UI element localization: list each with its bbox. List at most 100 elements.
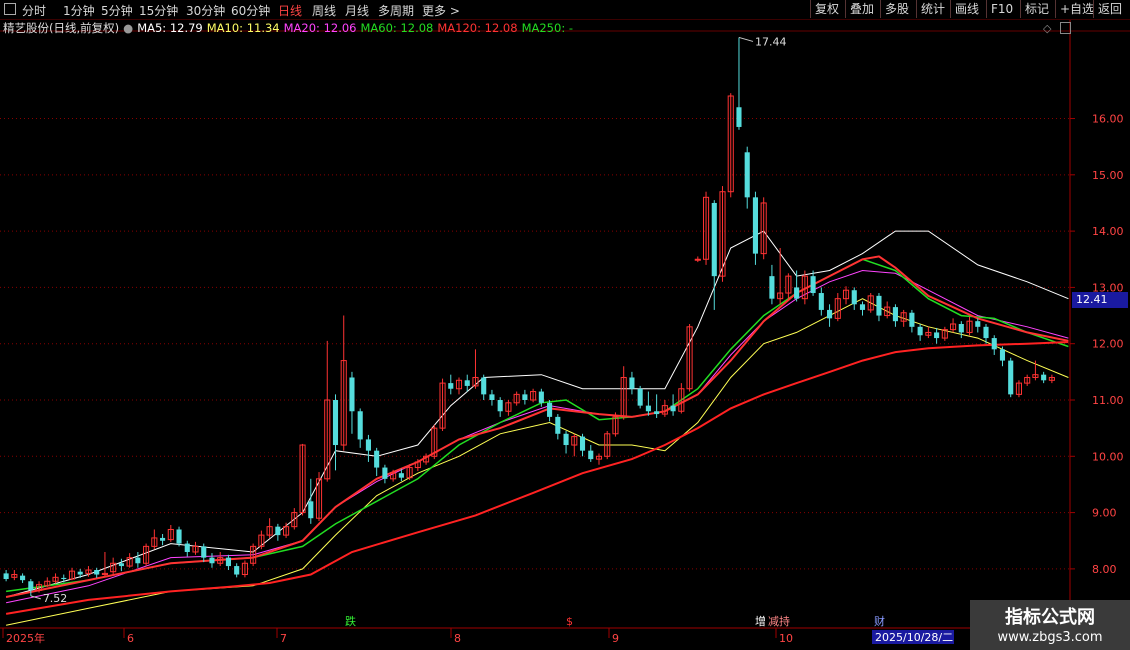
candle-54 xyxy=(448,374,454,395)
period-tab-10[interactable]: 更多 > xyxy=(422,2,460,19)
period-tab-0[interactable]: 分时 xyxy=(22,2,46,19)
candle-108 xyxy=(892,304,898,327)
candle-35 xyxy=(291,508,298,530)
candle-116 xyxy=(958,321,964,339)
candle-6 xyxy=(52,573,59,584)
period-tab-2[interactable]: 5分钟 xyxy=(101,2,133,19)
candle-113 xyxy=(934,327,940,344)
candle-78 xyxy=(645,391,651,416)
legend-ma-2: MA20: 12.06 xyxy=(283,21,357,35)
candle-body-0 xyxy=(3,573,9,580)
diamond-icon[interactable]: ◇ xyxy=(1043,22,1051,35)
period-tab-8[interactable]: 月线 xyxy=(345,2,369,19)
layout-icon[interactable] xyxy=(4,3,16,15)
period-tab-3[interactable]: 15分钟 xyxy=(139,2,178,19)
candle-body-46 xyxy=(382,467,388,479)
candle-99 xyxy=(818,287,824,316)
toolbar-button-5[interactable]: F10 xyxy=(986,0,1017,18)
candle-91 xyxy=(752,191,758,265)
candle-body-86 xyxy=(711,202,717,277)
candle-body-71 xyxy=(588,450,594,460)
event-marker-2: 增 xyxy=(755,614,766,628)
period-tab-5[interactable]: 60分钟 xyxy=(231,2,270,19)
candle-63 xyxy=(522,389,528,405)
period-tab-4[interactable]: 30分钟 xyxy=(186,2,225,19)
toolbar-button-7[interactable]: +自选 xyxy=(1055,0,1098,18)
candle-body-65 xyxy=(538,391,544,403)
candle-body-67 xyxy=(555,416,561,434)
settings-icon[interactable]: ● xyxy=(123,21,133,35)
candle-body-120 xyxy=(991,338,997,350)
watermark-url: www.zbgs3.com xyxy=(997,630,1103,645)
candle-21 xyxy=(176,526,182,547)
candle-43 xyxy=(357,408,363,448)
toolbar-button-4[interactable]: 画线 xyxy=(950,0,983,18)
candle-0 xyxy=(3,570,9,582)
candle-body-103 xyxy=(851,290,857,305)
toolbar-button-3[interactable]: 统计 xyxy=(916,0,949,18)
toolbar-button-6[interactable]: 标记 xyxy=(1020,0,1053,18)
candle-body-90 xyxy=(744,152,750,198)
candle-118 xyxy=(975,318,981,333)
candle-101 xyxy=(834,293,841,322)
candle-body-104 xyxy=(859,304,866,310)
candle-55 xyxy=(455,377,463,395)
ytick-label-8: 16.00 xyxy=(1092,113,1124,126)
candle-61 xyxy=(505,400,512,416)
ma-line-MA10 xyxy=(5,298,1069,626)
toolbar-button-2[interactable]: 多股 xyxy=(880,0,913,18)
candle-body-37 xyxy=(308,501,314,519)
candle-115 xyxy=(950,318,957,333)
xtick-label-4: 9 xyxy=(612,632,619,645)
candle-110 xyxy=(909,309,915,333)
xtick-label-3: 8 xyxy=(454,632,461,645)
toolbar-button-0[interactable]: 复权 xyxy=(810,0,843,18)
toolbar-button-8[interactable]: 返回 xyxy=(1093,0,1126,18)
candle-42 xyxy=(349,371,355,434)
ytick-label-3: 11.00 xyxy=(1092,394,1124,407)
candle-body-98 xyxy=(810,276,816,294)
candle-body-110 xyxy=(909,312,915,327)
candle-body-33 xyxy=(275,526,281,536)
candle-89 xyxy=(736,37,742,130)
period-tab-6[interactable]: 日线 xyxy=(278,2,302,19)
candle-body-3 xyxy=(28,581,34,591)
candle-18 xyxy=(151,529,158,550)
candle-body-43 xyxy=(357,411,363,440)
candle-body-93 xyxy=(769,276,775,299)
event-marker-3: 减持 xyxy=(768,614,790,628)
candle-127 xyxy=(1048,374,1055,384)
low-price-label: 7.52 xyxy=(43,592,68,605)
candle-body-24 xyxy=(201,546,207,558)
period-tab-7[interactable]: 周线 xyxy=(312,2,336,19)
candle-58 xyxy=(481,374,487,400)
candle-56 xyxy=(464,374,470,392)
period-tab-1[interactable]: 1分钟 xyxy=(63,2,95,19)
candle-17 xyxy=(143,543,150,567)
candle-body-2 xyxy=(20,575,26,581)
window-toggle-icon[interactable] xyxy=(1060,22,1071,34)
candle-body-66 xyxy=(547,402,553,417)
candle-body-70 xyxy=(579,436,586,451)
candle-body-84 xyxy=(694,258,701,261)
event-marker-1: $ xyxy=(566,615,573,628)
candle-59 xyxy=(489,389,495,406)
candle-90 xyxy=(744,146,750,209)
candle-102 xyxy=(842,286,850,305)
legend-ma-3: MA60: 12.08 xyxy=(360,21,434,35)
candle-body-118 xyxy=(975,321,981,327)
candle-104 xyxy=(859,301,866,316)
candle-79 xyxy=(654,394,660,419)
candle-body-81 xyxy=(670,405,676,412)
candle-85 xyxy=(702,191,710,265)
period-tab-9[interactable]: 多周期 xyxy=(378,2,414,19)
candle-70 xyxy=(579,433,586,457)
ytick-label-7: 15.00 xyxy=(1092,169,1124,182)
toolbar-button-1[interactable]: 叠加 xyxy=(845,0,878,18)
watermark: 指标公式网 www.zbgs3.com xyxy=(970,600,1130,650)
candle-12 xyxy=(101,552,108,578)
candle-28 xyxy=(234,563,240,578)
ytick-label-2: 10.00 xyxy=(1092,450,1124,463)
candle-2 xyxy=(20,573,26,583)
candle-123 xyxy=(1015,380,1022,398)
